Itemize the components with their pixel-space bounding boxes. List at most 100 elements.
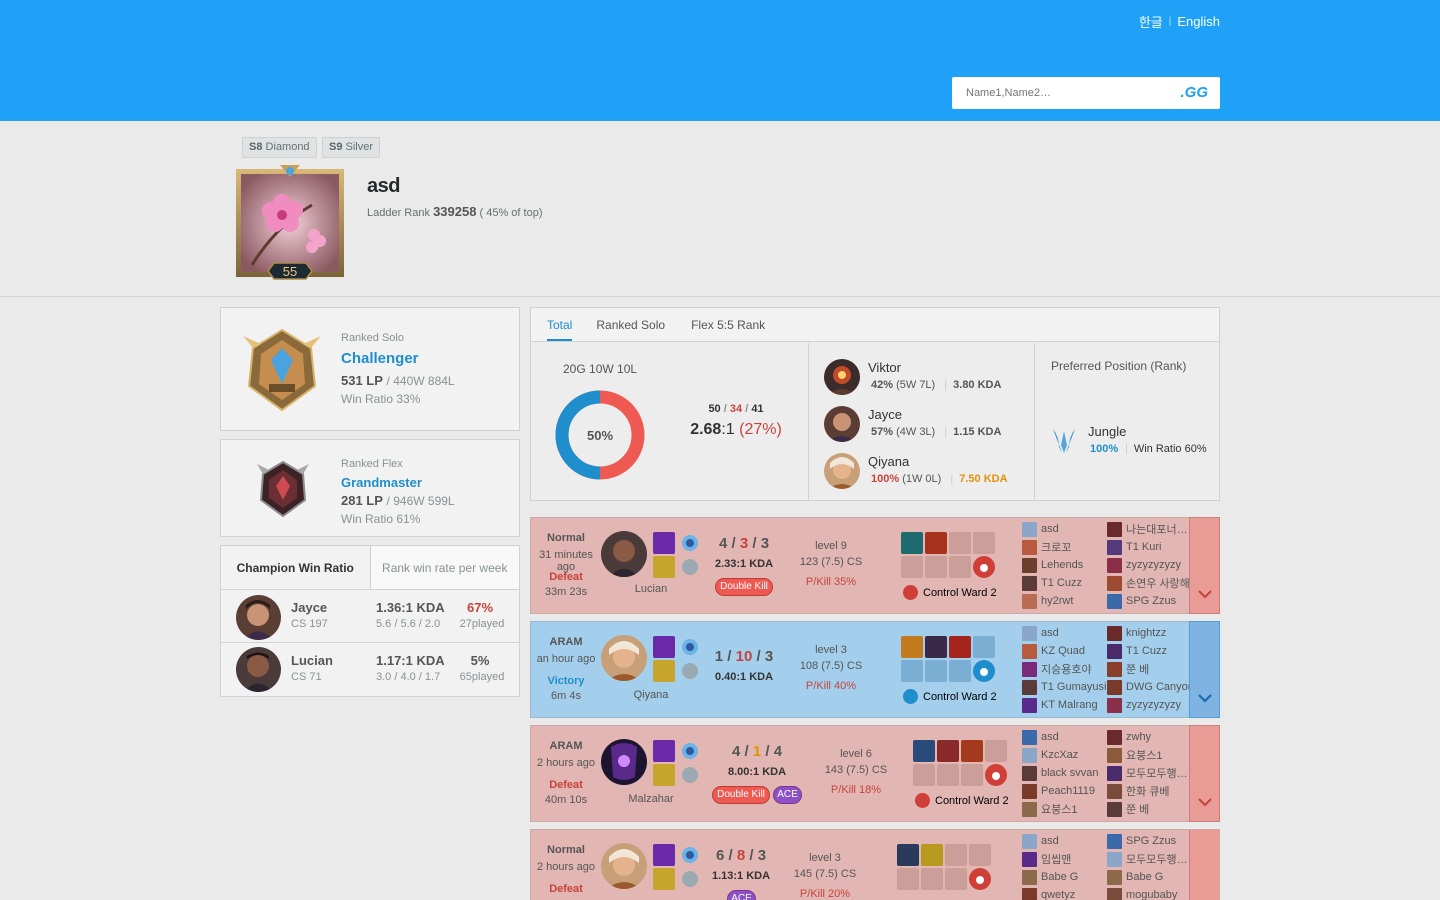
- game-length: 40m 10s: [544, 794, 588, 806]
- player-item[interactable]: Babe G: [1107, 868, 1192, 886]
- player-item[interactable]: asd: [1022, 728, 1107, 746]
- game-type: ARAM: [549, 740, 583, 752]
- player-item[interactable]: Lehends: [1022, 556, 1107, 574]
- player-item[interactable]: 요붕스1: [1107, 746, 1192, 764]
- game-type: ARAM: [549, 636, 583, 648]
- game-kda: 6 / 8 / 3: [715, 847, 767, 864]
- ward-icon: [969, 868, 991, 890]
- champion-row[interactable]: Lucian CS 71 1.17:1 KDA 3.0 / 4.0 / 1.7 …: [221, 643, 519, 696]
- champion-row[interactable]: Jayce CS 197 1.36:1 KDA 5.6 / 5.6 / 2.0 …: [221, 590, 519, 643]
- summoner-spell-icon: [653, 764, 675, 786]
- item-icon: [925, 636, 947, 658]
- champion-tabs: Champion Win Ratio Rank win rate per wee…: [221, 546, 519, 590]
- expand-match-button[interactable]: [1189, 621, 1220, 718]
- player-item[interactable]: black svvan: [1022, 764, 1107, 782]
- tab-total[interactable]: Total: [547, 308, 573, 341]
- player-item[interactable]: 나는대포너…: [1107, 520, 1192, 538]
- match-item[interactable]: Normal 31 minutes ago Defeat 33m 23s Luc…: [530, 517, 1220, 614]
- summoner-spell-icon: [653, 636, 675, 658]
- player-item[interactable]: 모두모두행…: [1107, 850, 1192, 868]
- summoner-spell-icon: [653, 660, 675, 682]
- ranked-flex-card: Ranked Flex Grandmaster 281 LP / 946W 59…: [220, 439, 520, 537]
- control-ward: Control Ward 2: [903, 585, 997, 600]
- player-item[interactable]: knightzz: [1107, 624, 1192, 642]
- item-slot-empty: [949, 532, 971, 554]
- game-kda: 4 / 1 / 4: [731, 743, 783, 760]
- challenger-emblem-icon: [243, 328, 321, 412]
- expand-match-button[interactable]: [1189, 517, 1220, 614]
- expand-match-button[interactable]: [1189, 725, 1220, 822]
- summoner-spell-icon: [653, 532, 675, 554]
- game-kda: 1 / 10 / 3: [714, 648, 774, 665]
- player-item[interactable]: T1 Gumayusi: [1022, 678, 1107, 696]
- player-item[interactable]: T1 Kuri: [1107, 538, 1192, 556]
- champion-kda: 1.17:1 KDA: [376, 653, 445, 668]
- player-item[interactable]: 쭌 베: [1107, 800, 1192, 818]
- player-item[interactable]: 모두모두행…: [1107, 764, 1192, 782]
- control-ward-icon: [915, 793, 930, 808]
- expand-match-button[interactable]: [1189, 830, 1219, 900]
- player-item[interactable]: zyzyzyzyzy: [1107, 556, 1192, 574]
- summary-tabs: Total Ranked Solo Flex 5:5 Rank: [531, 308, 1219, 342]
- player-item[interactable]: Babe G: [1022, 868, 1107, 886]
- game-kda-ratio: 2.33:1 KDA: [714, 558, 774, 570]
- team-red-list: SPG Zzus 모두모두행… Babe G mogubaby: [1107, 832, 1192, 900]
- game-champion-name: Qiyana: [633, 689, 669, 701]
- player-item[interactable]: T1 Cuzz: [1022, 574, 1107, 592]
- item-slot-empty: [925, 660, 947, 682]
- player-item[interactable]: 지승용호야: [1022, 660, 1107, 678]
- team-blue-list: asd 크로꼬 Lehends T1 Cuzz hy2rwt: [1022, 520, 1107, 610]
- lang-korean-link[interactable]: 한글: [1139, 12, 1163, 31]
- tab-champion-win-ratio[interactable]: Champion Win Ratio: [221, 546, 370, 589]
- double-kill-badge: Double Kill: [715, 578, 773, 596]
- item-slot-empty: [973, 636, 995, 658]
- jungle-position-icon: [1053, 429, 1075, 453]
- player-item[interactable]: SPG Zzus: [1107, 832, 1192, 850]
- search-button[interactable]: .GG: [1180, 84, 1208, 101]
- rune-primary-icon: [679, 532, 701, 554]
- player-item[interactable]: hy2rwt: [1022, 592, 1107, 610]
- game-stats: level 3 108 (7.5) CS P/Kill 40%: [799, 644, 863, 692]
- player-item[interactable]: KT Malrang: [1022, 696, 1107, 714]
- lucian-icon: [236, 647, 281, 692]
- search-input[interactable]: [952, 77, 1172, 109]
- player-item[interactable]: KzcXaz: [1022, 746, 1107, 764]
- tab-rank-win-rate-week[interactable]: Rank win rate per week: [369, 546, 519, 589]
- qiyana-icon: [601, 635, 647, 681]
- player-item[interactable]: mogubaby: [1107, 886, 1192, 900]
- player-item[interactable]: 손연우 사랑해: [1107, 574, 1192, 592]
- match-item[interactable]: ARAM an hour ago Victory 6m 4s Qiyana 1 …: [530, 621, 1220, 718]
- player-item[interactable]: zyzyzyzyzy: [1107, 696, 1192, 714]
- game-time: 31 minutes ago: [539, 549, 593, 573]
- champion-cs: CS 71: [291, 671, 322, 683]
- ward-icon: [973, 660, 995, 682]
- champion-winrate: 67%: [466, 600, 494, 615]
- player-item[interactable]: 임씹맨: [1022, 850, 1107, 868]
- player-item[interactable]: SPG Zzus: [1107, 592, 1192, 610]
- game-result: Defeat: [549, 883, 583, 895]
- tab-ranked-solo[interactable]: Ranked Solo: [596, 308, 681, 341]
- player-item[interactable]: 크로꼬: [1022, 538, 1107, 556]
- match-item[interactable]: ARAM 2 hours ago Defeat 40m 10s Malzahar…: [530, 725, 1220, 822]
- player-item[interactable]: DWG Canyon: [1107, 678, 1192, 696]
- item-slot-empty: [969, 844, 991, 866]
- summary-kda-ratio: 2.68:1 (27%): [690, 421, 782, 438]
- player-item[interactable]: asd: [1022, 624, 1107, 642]
- player-item[interactable]: 쭌 베: [1107, 660, 1192, 678]
- player-item[interactable]: T1 Cuzz: [1107, 642, 1192, 660]
- match-item[interactable]: Normal 2 hours ago Defeat 6 / 8 / 3 1.13…: [530, 829, 1220, 900]
- tab-flex-rank[interactable]: Flex 5:5 Rank: [691, 308, 781, 341]
- lang-english-link[interactable]: English: [1177, 14, 1220, 29]
- game-result: Defeat: [549, 779, 583, 791]
- most-champ-stats: 42% (5W 7L) | 3.80 KDA: [871, 379, 1002, 391]
- item-slot-empty: [913, 764, 935, 786]
- player-item[interactable]: Peach1119: [1022, 782, 1107, 800]
- player-item[interactable]: zwhy: [1107, 728, 1192, 746]
- player-item[interactable]: asd: [1022, 832, 1107, 850]
- player-item[interactable]: qwetyz: [1022, 886, 1107, 900]
- player-item[interactable]: KZ Quad: [1022, 642, 1107, 660]
- player-item[interactable]: asd: [1022, 520, 1107, 538]
- champion-kda-detail: 3.0 / 4.0 / 1.7: [376, 671, 441, 683]
- player-item[interactable]: 한화 큐베: [1107, 782, 1192, 800]
- player-item[interactable]: 요붕스1: [1022, 800, 1107, 818]
